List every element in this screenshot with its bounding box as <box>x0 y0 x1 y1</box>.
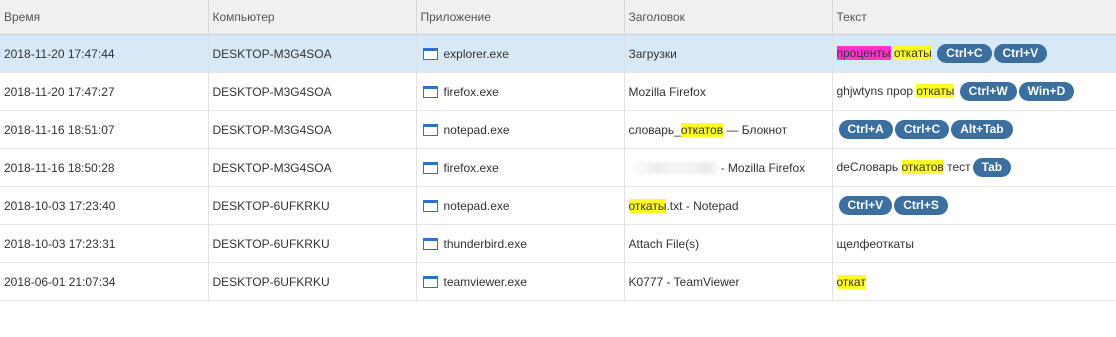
cell-time: 2018-11-20 17:47:27 <box>0 72 209 111</box>
key-combo-badge: Ctrl+V <box>838 196 893 215</box>
application-name: firefox.exe <box>443 84 499 99</box>
cell-text: ghjwtyns прор откаты Ctrl+W Win+D <box>832 72 1116 111</box>
text-segment: Attach File(s) <box>628 236 700 251</box>
cell-text: проценты откаты Ctrl+C Ctrl+V <box>832 34 1116 73</box>
cell-title: Attach File(s) <box>624 224 833 263</box>
text-segment: K0777 - TeamViewer <box>628 274 740 289</box>
cell-application: notepad.exe <box>416 110 625 149</box>
table-row[interactable]: 2018-10-03 17:23:31 DESKTOP-6UFKRKU thunde… <box>0 224 1116 263</box>
application-name: thunderbird.exe <box>443 236 527 251</box>
window-icon <box>422 199 438 212</box>
cell-text: deСловарь откатов тест Tab <box>832 148 1116 187</box>
highlighted-keyword: откаты <box>628 198 667 213</box>
cell-application: thunderbird.exe <box>416 224 625 263</box>
key-combo-badge: Ctrl+C <box>894 120 950 139</box>
cell-application: firefox.exe <box>416 72 625 111</box>
cell-time: 2018-06-01 21:07:34 <box>0 262 209 301</box>
cell-time: 2018-11-16 18:51:07 <box>0 110 209 149</box>
column-header-application[interactable]: Приложение <box>416 0 625 35</box>
window-icon <box>422 85 438 98</box>
cell-computer: DESKTOP-M3G4SOA <box>208 110 417 149</box>
table-row[interactable]: 2018-11-16 18:51:07 DESKTOP-M3G4SOA notepa… <box>0 110 1116 149</box>
text-segment: .txt - Notepad <box>666 198 739 213</box>
cell-title: откаты.txt - Notepad <box>624 186 833 225</box>
text-segment: Загрузки <box>628 46 677 61</box>
cell-title: - Mozilla Firefox <box>624 148 833 187</box>
cell-computer: DESKTOP-6UFKRKU <box>208 262 417 301</box>
window-icon <box>422 161 438 174</box>
cell-time: 2018-10-03 17:23:40 <box>0 186 209 225</box>
highlighted-keyword: откаты <box>893 46 932 60</box>
text-segment: ghjwtyns прор <box>836 84 917 98</box>
key-combo-badge: Ctrl+S <box>894 196 948 215</box>
highlighted-keyword: откаты <box>916 84 955 98</box>
application-name: firefox.exe <box>443 160 499 175</box>
table-header-row: Время Компьютер Приложение Заголовок Тек… <box>0 0 1116 35</box>
cell-title: Загрузки <box>624 34 833 73</box>
cell-application: explorer.exe <box>416 34 625 73</box>
table-row[interactable]: 2018-11-20 17:47:27 DESKTOP-M3G4SOA firefo… <box>0 72 1116 111</box>
application-name: teamviewer.exe <box>443 274 527 289</box>
column-header-title[interactable]: Заголовок <box>624 0 833 35</box>
highlighted-keyword: откатов <box>680 122 724 137</box>
key-combo-badge: Ctrl+A <box>838 120 893 139</box>
key-combo-badge: Ctrl+C <box>937 44 992 63</box>
cell-application: teamviewer.exe <box>416 262 625 301</box>
cell-application: firefox.exe <box>416 148 625 187</box>
cell-computer: DESKTOP-M3G4SOA <box>208 34 417 73</box>
key-combo-badge: Ctrl+W <box>959 82 1017 101</box>
activity-log-table: Время Компьютер Приложение Заголовок Тек… <box>0 0 1116 301</box>
cell-computer: DESKTOP-6UFKRKU <box>208 186 417 225</box>
application-name: explorer.exe <box>443 46 509 61</box>
text-segment: словарь_ <box>628 122 681 137</box>
cell-text: щелфеоткаты <box>832 224 1116 263</box>
application-name: notepad.exe <box>443 122 510 137</box>
table-row[interactable]: 2018-11-20 17:47:44 DESKTOP-M3G4SOA explor… <box>0 34 1116 73</box>
cell-text: Ctrl+V Ctrl+S <box>832 186 1116 225</box>
cell-computer: DESKTOP-M3G4SOA <box>208 72 417 111</box>
highlighted-keyword: откатов <box>901 160 944 174</box>
key-combo-badge: Ctrl+V <box>993 44 1048 63</box>
text-segment: Mozilla Firefox <box>628 84 706 99</box>
text-segment: — Блокнот <box>723 122 788 137</box>
application-name: notepad.exe <box>443 198 510 213</box>
key-combo-badge: Win+D <box>1018 82 1075 101</box>
text-segment: - Mozilla Firefox <box>720 160 806 175</box>
cell-text: откат <box>832 262 1116 301</box>
highlighted-keyword: откат <box>836 274 866 289</box>
window-icon <box>422 275 438 288</box>
table-row[interactable]: 2018-11-16 18:50:28 DESKTOP-M3G4SOA firefo… <box>0 148 1116 187</box>
redacted-text <box>628 161 721 174</box>
column-header-computer[interactable]: Компьютер <box>208 0 417 35</box>
cell-text: Ctrl+A Ctrl+C Alt+Tab <box>832 110 1116 149</box>
cell-title: Mozilla Firefox <box>624 72 833 111</box>
table-row[interactable]: 2018-06-01 21:07:34 DESKTOP-6UFKRKU teamvi… <box>0 262 1116 301</box>
cell-time: 2018-11-16 18:50:28 <box>0 148 209 187</box>
table-row[interactable]: 2018-10-03 17:23:40 DESKTOP-6UFKRKU notepa… <box>0 186 1116 225</box>
cell-title: словарь_откатов — Блокнот <box>624 110 833 149</box>
column-header-time[interactable]: Время <box>0 0 209 35</box>
cell-time: 2018-10-03 17:23:31 <box>0 224 209 263</box>
window-icon <box>422 123 438 136</box>
window-icon <box>422 237 438 250</box>
text-segment: deСловарь <box>836 160 902 174</box>
text-segment <box>932 46 935 60</box>
cell-computer: DESKTOP-6UFKRKU <box>208 224 417 263</box>
text-segment: тест <box>943 160 971 174</box>
cell-time: 2018-11-20 17:47:44 <box>0 34 209 73</box>
column-header-text[interactable]: Текст <box>832 0 1116 35</box>
text-segment <box>954 84 957 98</box>
cell-application: notepad.exe <box>416 186 625 225</box>
key-combo-badge: Tab <box>972 158 1012 177</box>
cell-computer: DESKTOP-M3G4SOA <box>208 148 417 187</box>
key-combo-badge: Alt+Tab <box>951 120 1013 139</box>
window-icon <box>422 47 438 60</box>
cell-title: K0777 - TeamViewer <box>624 262 833 301</box>
highlighted-keyword: проценты <box>836 46 891 60</box>
text-segment: щелфеоткаты <box>836 236 915 251</box>
